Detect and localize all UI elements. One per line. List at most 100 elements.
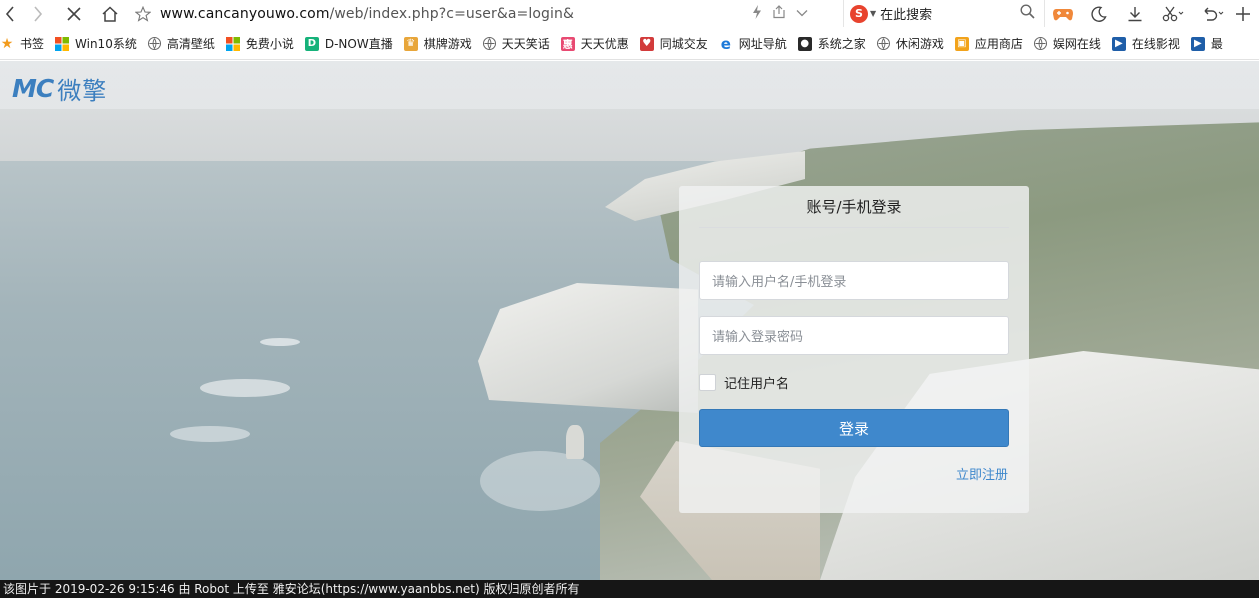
film-icon: ▶: [1190, 36, 1205, 51]
bookmark-item[interactable]: 娱网在线: [1028, 28, 1106, 59]
background-rock: [566, 425, 584, 459]
bookmark-item[interactable]: Win10系统: [49, 28, 142, 59]
background-foam: [260, 338, 300, 346]
login-card: 账号/手机登录 请输入用户名/手机登录 请输入登录密码 记住用户名 登录 立即注…: [679, 186, 1029, 513]
windows-icon: [225, 36, 240, 51]
background-foam: [480, 451, 600, 511]
username-input[interactable]: 请输入用户名/手机登录: [699, 261, 1009, 300]
moon-icon[interactable]: [1081, 0, 1117, 27]
bookmark-label: 高清壁纸: [166, 37, 215, 51]
password-input[interactable]: 请输入登录密码: [699, 316, 1009, 355]
bookmark-item[interactable]: 惠天天优惠: [555, 28, 634, 59]
address-actions: [752, 0, 808, 27]
search-icon[interactable]: [1020, 4, 1035, 23]
bookmark-label: 休闲游戏: [895, 37, 944, 51]
scissors-icon[interactable]: [1153, 0, 1193, 27]
bookmark-item[interactable]: ♥ 同城交友: [634, 28, 713, 59]
bookmark-item[interactable]: ▶ 最: [1185, 28, 1228, 59]
film-icon: ▶: [1111, 36, 1126, 51]
register-link[interactable]: 立即注册: [956, 464, 1008, 483]
bookmark-label: 系统之家: [817, 37, 866, 51]
address-bar[interactable]: www.cancanyouwo.com/web/index.php?c=user…: [130, 0, 820, 27]
back-button[interactable]: [0, 0, 20, 27]
login-button[interactable]: 登录: [699, 409, 1009, 447]
bookmark-label: Win10系统: [75, 37, 137, 51]
login-title: 账号/手机登录: [699, 196, 1009, 228]
store-icon: ▣: [954, 36, 969, 51]
bookmark-label: 娱网在线: [1052, 37, 1101, 51]
e-icon: e: [720, 34, 731, 53]
globe-icon: [147, 37, 161, 50]
username-placeholder: 请输入用户名/手机登录: [712, 275, 847, 290]
bookmarks-bar: ★ 书签 Win10系统 高清壁纸 免费小说 D D-NOW直播 ♛ 棋牌游戏 天天笑话惠天天优惠…: [0, 28, 1259, 60]
undo-icon[interactable]: [1193, 0, 1233, 27]
gamepad-icon[interactable]: [1045, 0, 1081, 27]
chevron-right-icon: [34, 5, 43, 22]
d-now-icon: D: [304, 36, 319, 51]
url-host: www.cancanyouwo.com: [160, 5, 330, 22]
lightning-icon[interactable]: [752, 4, 762, 23]
globe-icon: [482, 37, 496, 50]
chevron-down-icon[interactable]: [796, 6, 808, 21]
globe-icon: [876, 37, 890, 50]
coupon-icon: 惠: [560, 36, 575, 51]
star-icon[interactable]: [130, 5, 156, 22]
remember-checkbox[interactable]: [699, 374, 716, 391]
heart-icon: ♥: [639, 36, 654, 51]
bookmark-item[interactable]: ★ 书签: [0, 28, 49, 59]
browser-toolbar: www.cancanyouwo.com/web/index.php?c=user…: [0, 0, 1259, 27]
star-icon: ★: [0, 35, 14, 52]
bookmark-label: D-NOW直播: [324, 37, 393, 51]
bookmark-item[interactable]: D D-NOW直播: [299, 28, 398, 59]
site-logo[interactable]: MC 微擎: [12, 71, 107, 106]
chevron-left-icon: [5, 5, 14, 22]
plus-icon[interactable]: [1233, 0, 1253, 27]
bookmark-label: 免费小说: [245, 37, 294, 51]
home-icon: [102, 5, 118, 22]
bookmark-item[interactable]: 休闲游戏: [871, 28, 949, 59]
windows-icon: [55, 36, 70, 51]
bookmark-label: 最: [1210, 37, 1223, 51]
bookmark-item[interactable]: 高清壁纸: [142, 28, 220, 59]
bookmark-label: 网址导航: [738, 37, 787, 51]
chess-icon: ♛: [403, 36, 418, 51]
logo-text: 微擎: [57, 77, 108, 105]
url-text[interactable]: www.cancanyouwo.com/web/index.php?c=user…: [160, 6, 574, 22]
bookmark-item[interactable]: ▶ 在线影视: [1106, 28, 1185, 59]
bookmark-item[interactable]: ● 系统之家: [792, 28, 871, 59]
bookmark-label: 天天笑话: [501, 37, 550, 51]
download-icon[interactable]: [1117, 0, 1153, 27]
bookmark-item[interactable]: ▣ 应用商店: [949, 28, 1028, 59]
password-placeholder: 请输入登录密码: [712, 330, 804, 345]
bookmark-item[interactable]: 免费小说: [220, 28, 299, 59]
search-input[interactable]: 在此搜索: [880, 4, 1020, 23]
bookmark-label: 同城交友: [659, 37, 708, 51]
home-button[interactable]: [92, 0, 128, 27]
search-engine-caret-icon[interactable]: ▼: [870, 9, 876, 18]
bookmark-label: 棋牌游戏: [423, 37, 472, 51]
url-path: /web/index.php?c=user&a=login&: [329, 5, 574, 22]
bookmark-label: 应用商店: [974, 37, 1023, 51]
background-foam: [200, 379, 290, 397]
browser-tools: [1044, 0, 1253, 27]
share-icon[interactable]: [772, 4, 786, 23]
bookmark-label: 在线影视: [1131, 37, 1180, 51]
stop-button[interactable]: [56, 0, 92, 27]
close-icon: [67, 6, 81, 21]
sys-icon: ●: [797, 36, 812, 51]
logo-mark: MC: [12, 74, 54, 103]
forward-button[interactable]: [20, 0, 56, 27]
bookmark-label: 书签: [20, 37, 45, 51]
status-bar: 该图片于 2019-02-26 9:15:46 由 Robot 上传至 雅安论坛…: [0, 580, 1259, 598]
globe-icon: [1033, 37, 1047, 50]
bookmark-label: 天天优惠: [580, 37, 629, 51]
remember-label: 记住用户名: [724, 377, 790, 392]
bookmark-item[interactable]: e 网址导航: [713, 28, 792, 59]
search-engine-icon[interactable]: S: [850, 4, 868, 23]
background-foam: [170, 426, 250, 442]
search-box[interactable]: S ▼ 在此搜索: [843, 0, 1041, 27]
remember-username[interactable]: 记住用户名: [699, 373, 789, 392]
page-content: MC 微擎 账号/手机登录 请输入用户名/手机登录 请输入登录密码 记住用户名 …: [0, 61, 1259, 580]
bookmark-item[interactable]: ♛ 棋牌游戏: [398, 28, 477, 59]
bookmark-item[interactable]: 天天笑话: [477, 28, 555, 59]
